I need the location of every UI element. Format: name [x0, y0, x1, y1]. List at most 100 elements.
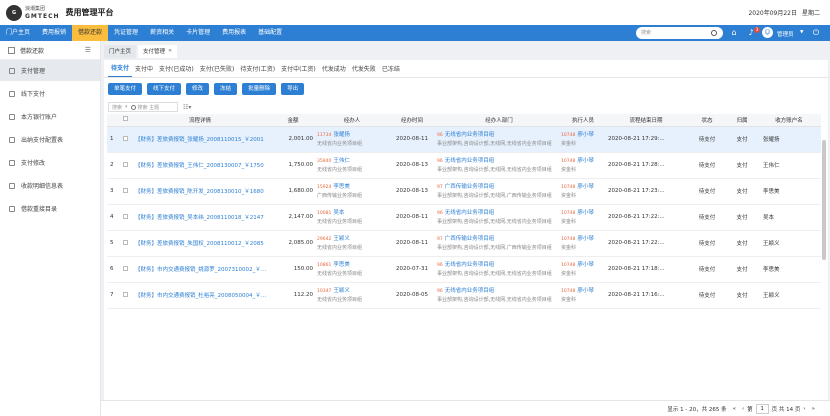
tab-paid-failed[interactable]: 支付(已失败) [197, 64, 238, 77]
nav-loan[interactable]: 借款还款 [72, 25, 109, 41]
sidebar-item-bank-account[interactable]: 本方银行账户 [0, 106, 100, 127]
dept-name[interactable]: 无线省内业务项目组 [445, 288, 495, 294]
row-detail-link[interactable]: 【财务】差旅费报销_吴本纬_2008110018_￥2147 [131, 204, 269, 231]
avatar[interactable]: ☺ [762, 27, 773, 38]
page-input[interactable]: 1 [755, 403, 769, 414]
search-icon[interactable] [711, 30, 717, 36]
last-page-icon[interactable]: » [812, 406, 815, 412]
chevron-down-icon[interactable]: ▼ [800, 30, 803, 35]
prev-page-icon[interactable]: « [733, 406, 736, 412]
tab-paid-success[interactable]: 支付(已成功) [156, 64, 197, 77]
filter-option[interactable]: 搜索 [112, 104, 122, 111]
col-time[interactable]: 经办时间 [387, 114, 437, 127]
agent-name[interactable]: 李思美 [333, 184, 350, 190]
nav-report[interactable]: 费用报表 [216, 25, 252, 41]
tab-proxy-failed[interactable]: 代发失败 [349, 64, 379, 77]
dept-name[interactable]: 广西传输业务项目组 [445, 184, 495, 190]
col-owner[interactable]: 归属 [727, 114, 757, 127]
prev-icon[interactable]: ‹ [742, 406, 744, 412]
row-checkbox[interactable] [122, 161, 128, 167]
col-status[interactable]: 状态 [687, 114, 727, 127]
executor-name[interactable]: 廖小琴 [577, 210, 594, 216]
nav-card[interactable]: 卡片管理 [180, 25, 216, 41]
row-detail-link[interactable]: 【财务】差旅费报销_朱国权_2008110012_￥2085 [131, 230, 269, 257]
edit-button[interactable]: 修改 [186, 83, 210, 95]
tab-frozen[interactable]: 已冻结 [379, 64, 403, 77]
agent-name[interactable]: 王颖义 [333, 236, 350, 242]
table-row[interactable]: 3 【财务】差旅费报销_陈开发_2008130010_￥1680 1,680.00 1… [107, 178, 821, 205]
close-icon[interactable]: ✕ [168, 48, 172, 54]
col-payee[interactable]: 收方账户名 [757, 114, 821, 127]
table-row[interactable]: 6 【财务】市内交通费报销_姚源罗_2007310002_￥1... 150.00 1… [107, 256, 821, 283]
sidebar-item-payment-edit[interactable]: 支付修改 [0, 152, 100, 173]
table-search-input[interactable]: 搜索 主题 [138, 104, 160, 111]
nav-salary[interactable]: 薪资相关 [144, 25, 180, 41]
agent-name[interactable]: 王伟仁 [333, 158, 350, 164]
batch-delete-button[interactable]: 批量删除 [242, 83, 277, 95]
table-search[interactable]: 搜索 ▾ 搜索 主题 [108, 102, 178, 112]
dept-name[interactable]: 无线省内业务项目组 [445, 158, 495, 164]
row-detail-link[interactable]: 【财务】市内交通费报销_杜裕亮_2008050004_￥1... [131, 282, 269, 309]
sidebar-item-offline-pay[interactable]: 线下支付 [0, 83, 100, 104]
table-row[interactable]: 7 【财务】市内交通费报销_杜裕亮_2008050004_￥1... 112.20 1… [107, 282, 821, 309]
tab-paying-salary[interactable]: 支付中(工资) [278, 64, 319, 77]
row-detail-link[interactable]: 【财务】差旅费报销_张耀扬_2008110015_￥2001 [131, 126, 269, 153]
dept-name[interactable]: 无线省内业务项目组 [445, 132, 495, 138]
tab-pending[interactable]: 待支付 [108, 63, 133, 77]
offline-pay-button[interactable]: 线下支付 [147, 83, 182, 95]
col-end-date[interactable]: 流程结束日期 [605, 114, 687, 127]
executor-name[interactable]: 廖小琴 [577, 158, 594, 164]
table-row[interactable]: 4 【财务】差旅费报销_吴本纬_2008110018_￥2147 2,147.00 1… [107, 204, 821, 231]
executor-name[interactable]: 廖小琴 [577, 236, 594, 242]
dept-name[interactable]: 无线省内业务项目组 [445, 262, 495, 268]
row-checkbox[interactable] [122, 291, 128, 297]
scrollbar[interactable] [822, 140, 826, 260]
col-dept[interactable]: 经办人部门 [437, 114, 561, 127]
shirt-icon[interactable]: ⌂ [729, 28, 739, 38]
single-pay-button[interactable]: 单笔支付 [108, 83, 143, 95]
table-row[interactable]: 2 【财务】差旅费报销_王伟仁_2008130007_￥1750 1,750.00 3… [107, 152, 821, 179]
nav-config[interactable]: 基础配置 [252, 25, 288, 41]
row-checkbox[interactable] [122, 135, 128, 141]
col-detail[interactable]: 流程详情 [131, 114, 269, 127]
tab-payment[interactable]: 支付管理 ✕ [138, 44, 178, 58]
agent-name[interactable]: 王颖义 [333, 288, 350, 294]
agent-name[interactable]: 吴本 [333, 210, 344, 216]
table-row[interactable]: 1 【财务】差旅费报销_张耀扬_2008110015_￥2001 2,001.00 1… [107, 126, 821, 153]
export-button[interactable]: 导出 [281, 83, 305, 95]
tab-portal[interactable]: 门户主页 [104, 44, 137, 58]
columns-icon[interactable]: ☷▾ [183, 104, 191, 111]
row-checkbox[interactable] [122, 187, 128, 193]
sidebar-item-receipt-detail[interactable]: 收款明细信息表 [0, 175, 100, 196]
row-checkbox[interactable] [122, 213, 128, 219]
power-icon[interactable]: ⏻ [811, 28, 821, 38]
row-detail-link[interactable]: 【财务】市内交通费报销_姚源罗_2007310002_￥1... [131, 256, 269, 283]
select-all-checkbox[interactable] [122, 116, 128, 122]
sidebar-item-cashier-config[interactable]: 出纳支付配置表 [0, 129, 100, 150]
nav-expense[interactable]: 费用报销 [36, 25, 72, 41]
nav-portal[interactable]: 门户主页 [0, 25, 36, 41]
col-agent[interactable]: 经办人 [317, 114, 387, 127]
search-input[interactable] [641, 28, 711, 38]
tab-pending-salary[interactable]: 待支付(工资) [237, 64, 278, 77]
next-icon[interactable]: › [803, 406, 805, 412]
col-executor[interactable]: 执行人员 [561, 114, 605, 127]
tab-proxy-success[interactable]: 代发成功 [319, 64, 349, 77]
agent-name[interactable]: 张耀扬 [333, 132, 350, 138]
executor-name[interactable]: 廖小琴 [577, 288, 594, 294]
table-row[interactable]: 5 【财务】差旅费报销_朱国权_2008110012_￥2085 2,085.00 2… [107, 230, 821, 257]
executor-name[interactable]: 廖小琴 [577, 184, 594, 190]
user-name[interactable]: 管理员 [777, 30, 794, 38]
nav-voucher[interactable]: 凭证管理 [108, 25, 144, 41]
executor-name[interactable]: 廖小琴 [577, 262, 594, 268]
dept-name[interactable]: 广西传输业务项目组 [445, 236, 495, 242]
row-checkbox[interactable] [122, 239, 128, 245]
menu-collapse-icon[interactable]: ☰ [85, 46, 91, 54]
tab-paying[interactable]: 支付中 [132, 64, 156, 77]
row-detail-link[interactable]: 【财务】差旅费报销_王伟仁_2008130007_￥1750 [131, 152, 269, 179]
sidebar-item-payment[interactable]: 支付管理 [0, 60, 100, 81]
dept-name[interactable]: 无线省内业务项目组 [445, 210, 495, 216]
row-detail-link[interactable]: 【财务】差旅费报销_陈开发_2008130010_￥1680 [131, 178, 269, 205]
row-checkbox[interactable] [122, 265, 128, 271]
freeze-button[interactable]: 冻结 [214, 83, 238, 95]
